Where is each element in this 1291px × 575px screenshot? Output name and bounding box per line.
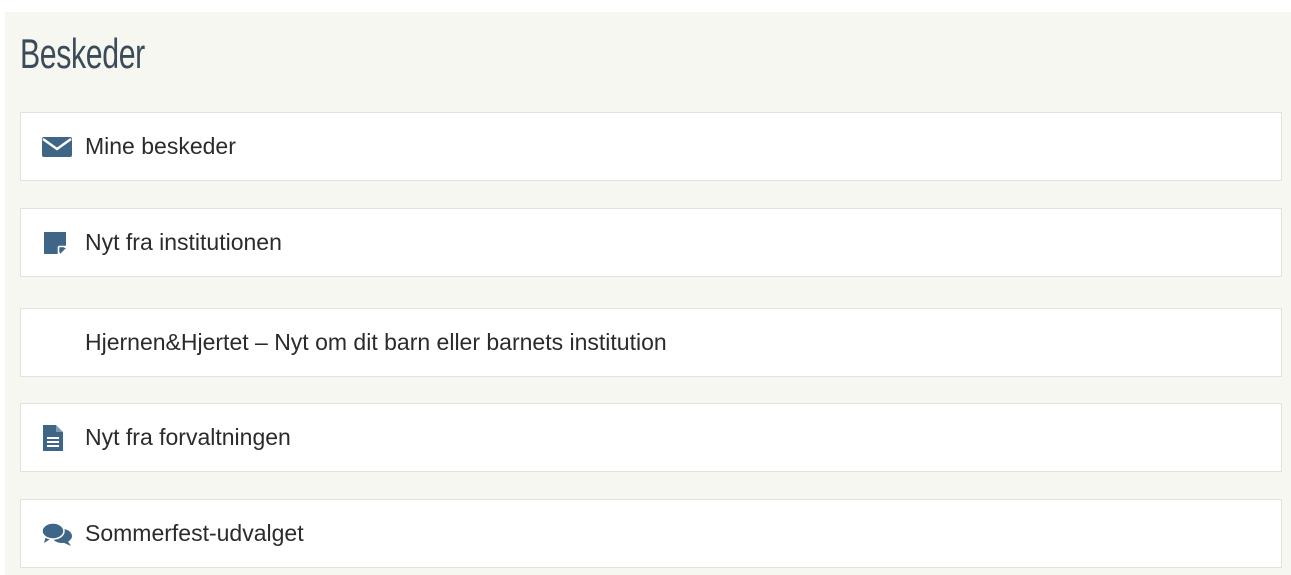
list-item-label: Mine beskeder (85, 133, 236, 159)
comments-icon (41, 521, 77, 547)
sticky-note-icon (41, 229, 77, 257)
messages-panel: Beskeder Mine beskeder Nyt fra instituti… (5, 12, 1291, 575)
list-item-nyt-fra-institutionen[interactable]: Nyt fra institutionen (20, 208, 1282, 277)
list-item-mine-beskeder[interactable]: Mine beskeder (20, 112, 1282, 181)
list-item-hjernen-hjertet[interactable]: Hjernen&Hjertet – Nyt om dit barn eller … (20, 308, 1282, 377)
list-item-label: Sommerfest-udvalget (85, 520, 304, 546)
list-item-sommerfest-udvalget[interactable]: Sommerfest-udvalget (20, 499, 1282, 568)
list-item-label: Hjernen&Hjertet – Nyt om dit barn eller … (85, 329, 667, 355)
list-item-label: Nyt fra institutionen (85, 229, 282, 255)
list-item-label: Nyt fra forvaltningen (85, 424, 291, 450)
list-item-nyt-fra-forvaltningen[interactable]: Nyt fra forvaltningen (20, 403, 1282, 472)
envelope-icon (41, 135, 77, 159)
page-title: Beskeder (20, 30, 145, 77)
document-icon (41, 423, 77, 453)
